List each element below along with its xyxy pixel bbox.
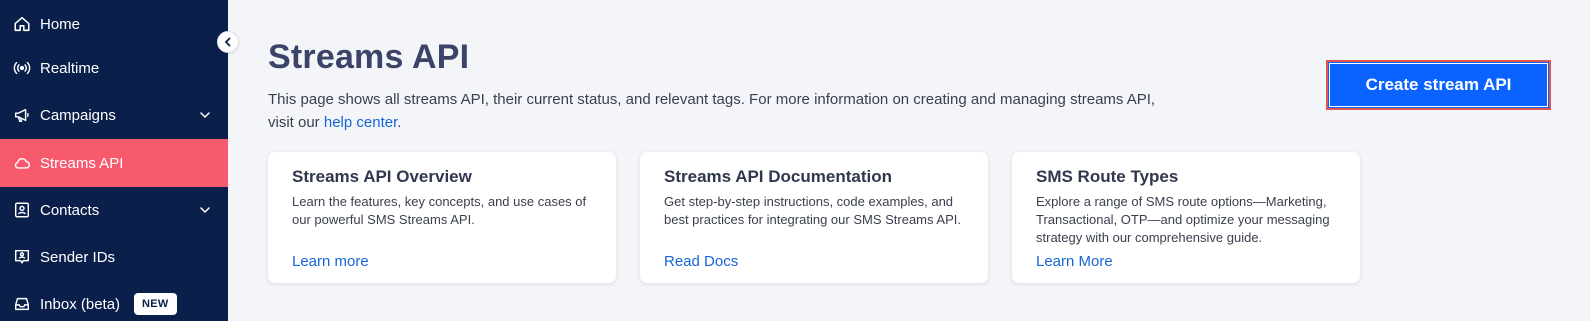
new-badge: NEW <box>134 293 177 315</box>
broadcast-icon <box>12 58 32 78</box>
cloud-icon <box>12 153 32 173</box>
sidebar-item-campaigns[interactable]: Campaigns <box>0 91 228 139</box>
card-streams-api-documentation: Streams API Documentation Get step-by-st… <box>640 152 988 283</box>
read-docs-link[interactable]: Read Docs <box>664 253 738 270</box>
page-description: This page shows all streams API, their c… <box>268 88 1158 134</box>
card-description: Learn the features, key concepts, and us… <box>292 194 587 227</box>
sidebar-item-label: Campaigns <box>40 106 116 124</box>
learn-more-link[interactable]: Learn more <box>292 253 369 270</box>
sidebar-item-streams-api[interactable]: Streams API <box>0 139 228 187</box>
sidebar-item-label: Sender IDs <box>40 248 116 266</box>
sidebar-item-label: Streams API <box>40 154 124 172</box>
inbox-icon <box>12 294 32 314</box>
card-streams-api-overview: Streams API Overview Learn the features,… <box>268 152 616 283</box>
sidebar-item-realtime[interactable]: Realtime <box>0 44 228 92</box>
sidebar-collapse-button[interactable] <box>217 31 239 53</box>
chevron-down-icon <box>200 112 210 119</box>
sender-id-icon <box>12 247 32 267</box>
sidebar-item-label: Realtime <box>40 59 100 77</box>
chevron-down-icon <box>200 207 210 214</box>
sidebar-item-contacts[interactable]: Contacts <box>0 186 228 234</box>
create-stream-api-button[interactable]: Create stream API <box>1326 60 1551 110</box>
sidebar-item-label: Home <box>40 15 81 33</box>
sidebar-item-label: Inbox (beta) <box>40 295 121 313</box>
sidebar-item-inbox[interactable]: Inbox (beta) NEW <box>0 280 228 321</box>
sidebar: Home Realtime Campaigns Streams API Cont… <box>0 0 228 321</box>
card-title: SMS Route Types <box>1036 167 1179 186</box>
contacts-icon <box>12 200 32 220</box>
sidebar-item-sender-ids[interactable]: Sender IDs <box>0 233 228 281</box>
card-description: Explore a range of SMS route options—Mar… <box>1036 194 1330 245</box>
chevron-left-icon <box>224 37 231 47</box>
page-title: Streams API <box>268 38 470 76</box>
sidebar-item-home[interactable]: Home <box>0 0 228 48</box>
card-description: Get step-by-step instructions, code exam… <box>664 194 961 227</box>
card-title: Streams API Documentation <box>664 167 892 186</box>
page-description-end: . <box>397 114 402 131</box>
learn-more-link[interactable]: Learn More <box>1036 253 1113 270</box>
home-icon <box>12 14 32 34</box>
sidebar-item-label: Contacts <box>40 201 100 219</box>
card-sms-route-types: SMS Route Types Explore a range of SMS r… <box>1012 152 1360 283</box>
help-center-link[interactable]: help center <box>324 114 397 131</box>
card-title: Streams API Overview <box>292 167 472 186</box>
megaphone-icon <box>12 105 32 125</box>
